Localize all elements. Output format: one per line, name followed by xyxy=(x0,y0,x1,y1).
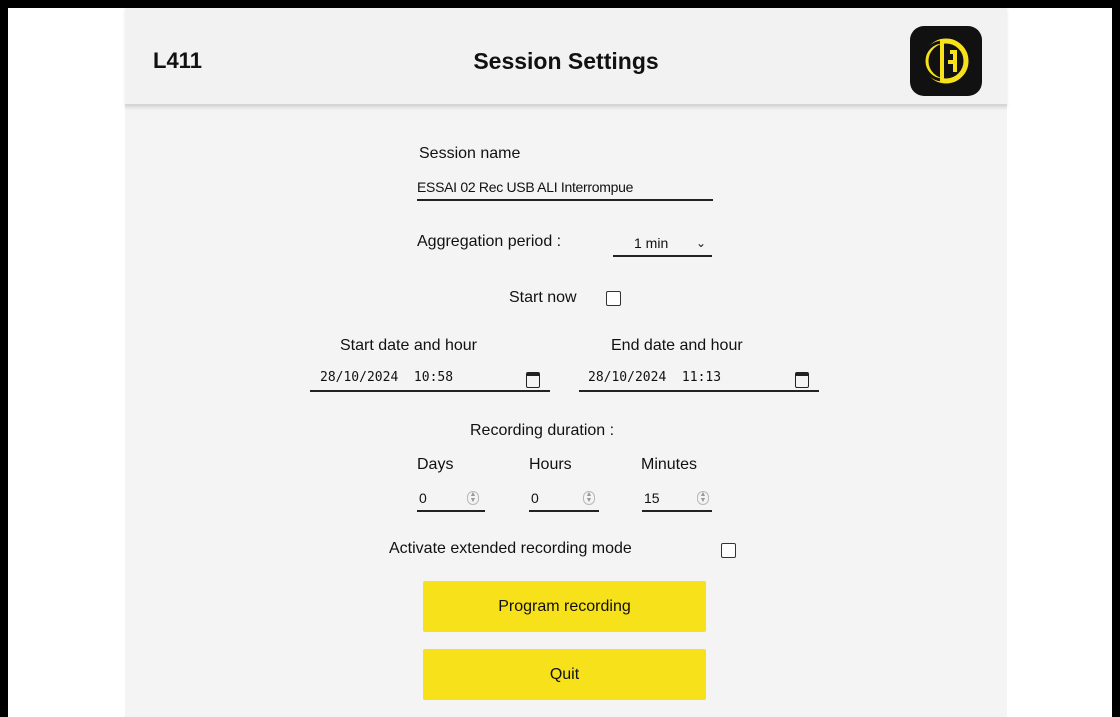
quit-button[interactable]: Quit xyxy=(423,649,706,700)
program-recording-button[interactable]: Program recording xyxy=(423,581,706,632)
ca-logo-icon xyxy=(910,26,982,96)
end-date-input[interactable]: 28/10/2024 11:13 xyxy=(579,366,819,392)
end-date-value: 28/10/2024 11:13 xyxy=(588,370,722,385)
start-date-input[interactable]: 28/10/2024 10:58 xyxy=(310,366,550,392)
minutes-stepper[interactable]: ▲ ▼ xyxy=(697,491,709,505)
hours-label: Hours xyxy=(529,456,572,473)
days-label: Days xyxy=(417,456,454,473)
aggregation-period-select[interactable]: 1 min ⌄ xyxy=(613,231,712,257)
aggregation-period-value: 1 min xyxy=(634,235,669,251)
hours-stepper[interactable]: ▲ ▼ xyxy=(583,491,595,505)
days-input[interactable]: 0 ▲ ▼ xyxy=(417,486,485,512)
window-frame-top xyxy=(0,0,1120,8)
start-date-label: Start date and hour xyxy=(340,337,477,354)
minutes-value: 15 xyxy=(644,490,660,506)
aggregation-period-label: Aggregation period : xyxy=(417,233,562,250)
start-now-label: Start now xyxy=(509,289,577,306)
minutes-input[interactable]: 15 ▲ ▼ xyxy=(642,486,712,512)
days-stepper[interactable]: ▲ ▼ xyxy=(467,491,479,505)
extended-mode-label: Activate extended recording mode xyxy=(389,540,632,557)
window-frame-left xyxy=(0,0,8,717)
hours-input[interactable]: 0 ▲ ▼ xyxy=(529,486,599,512)
header-bar: L411 Session Settings xyxy=(125,8,1007,106)
calendar-icon xyxy=(526,372,540,388)
chevron-down-icon: ⌄ xyxy=(696,236,707,250)
hours-value: 0 xyxy=(531,490,539,506)
app-window: L411 Session Settings Session name ESSAI… xyxy=(125,8,1007,717)
page-title: Session Settings xyxy=(473,48,659,74)
session-name-value: ESSAI 02 Rec USB ALI Interrompue xyxy=(417,179,634,195)
start-now-checkbox[interactable] xyxy=(606,291,621,306)
session-name-label: Session name xyxy=(419,145,521,162)
calendar-icon xyxy=(795,372,809,388)
days-value: 0 xyxy=(419,490,427,506)
end-date-label: End date and hour xyxy=(611,337,743,354)
window-frame-right xyxy=(1112,0,1120,717)
minutes-label: Minutes xyxy=(641,456,698,473)
start-date-value: 28/10/2024 10:58 xyxy=(320,370,454,385)
extended-mode-checkbox[interactable] xyxy=(721,543,736,558)
session-name-input[interactable]: ESSAI 02 Rec USB ALI Interrompue xyxy=(417,175,713,201)
recording-duration-label: Recording duration : xyxy=(470,422,615,439)
